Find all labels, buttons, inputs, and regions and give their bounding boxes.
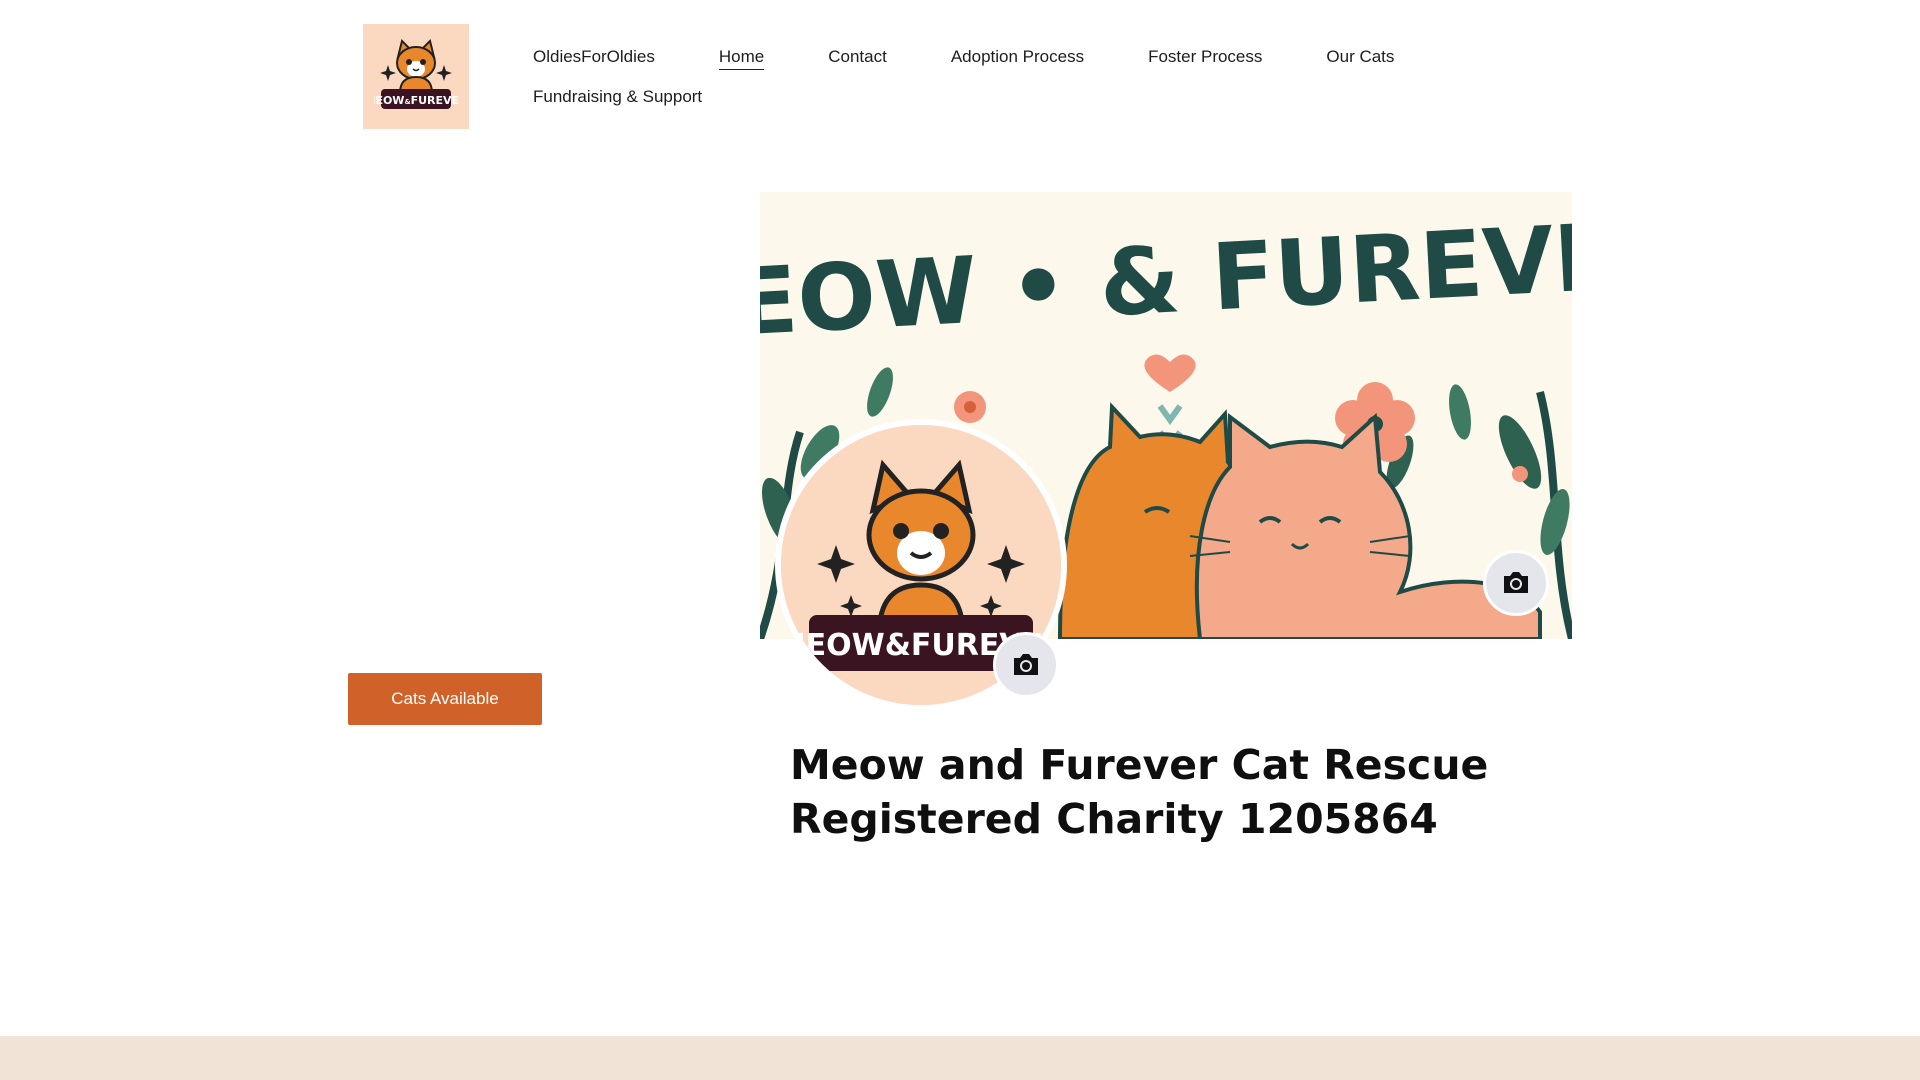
nav-link-oldiesforoldies[interactable]: OldiesForOldies <box>533 45 655 69</box>
profile-camera-button[interactable] <box>993 632 1059 698</box>
camera-icon <box>1014 654 1038 675</box>
nav-link-foster-process[interactable]: Foster Process <box>1148 45 1262 69</box>
main-nav: OldiesForOldies Home Contact Adoption Pr… <box>533 45 1433 109</box>
cover-camera-button[interactable] <box>1483 550 1549 616</box>
nav-row-1: OldiesForOldies Home Contact Adoption Pr… <box>533 45 1433 70</box>
page-name-line-2: Registered Charity 1205864 <box>790 795 1438 843</box>
footer-band <box>0 1036 1920 1080</box>
svg-text:MEOW&FUREVER: MEOW&FUREVER <box>374 94 458 107</box>
cats-available-button[interactable]: Cats Available <box>348 673 542 725</box>
nav-link-fundraising-support[interactable]: Fundraising & Support <box>533 85 702 109</box>
site-logo[interactable]: MEOW&FUREVER <box>363 24 469 129</box>
hero-banner-image: MEOW • & FUREVER MEOW&FUREVER Meow and F… <box>760 192 1572 860</box>
page-name-line-1: Meow and Furever Cat Rescue <box>790 741 1489 789</box>
page-name: Meow and Furever Cat Rescue Registered C… <box>790 738 1530 846</box>
nav-row-2: Fundraising & Support <box>533 85 1433 109</box>
nav-link-our-cats[interactable]: Our Cats <box>1326 45 1394 69</box>
nav-link-adoption-process[interactable]: Adoption Process <box>951 45 1084 69</box>
nav-link-contact[interactable]: Contact <box>828 45 887 69</box>
nav-link-home[interactable]: Home <box>718 45 765 70</box>
cat-logo-icon: MEOW&FUREVER <box>374 38 458 109</box>
camera-icon <box>1504 572 1528 593</box>
